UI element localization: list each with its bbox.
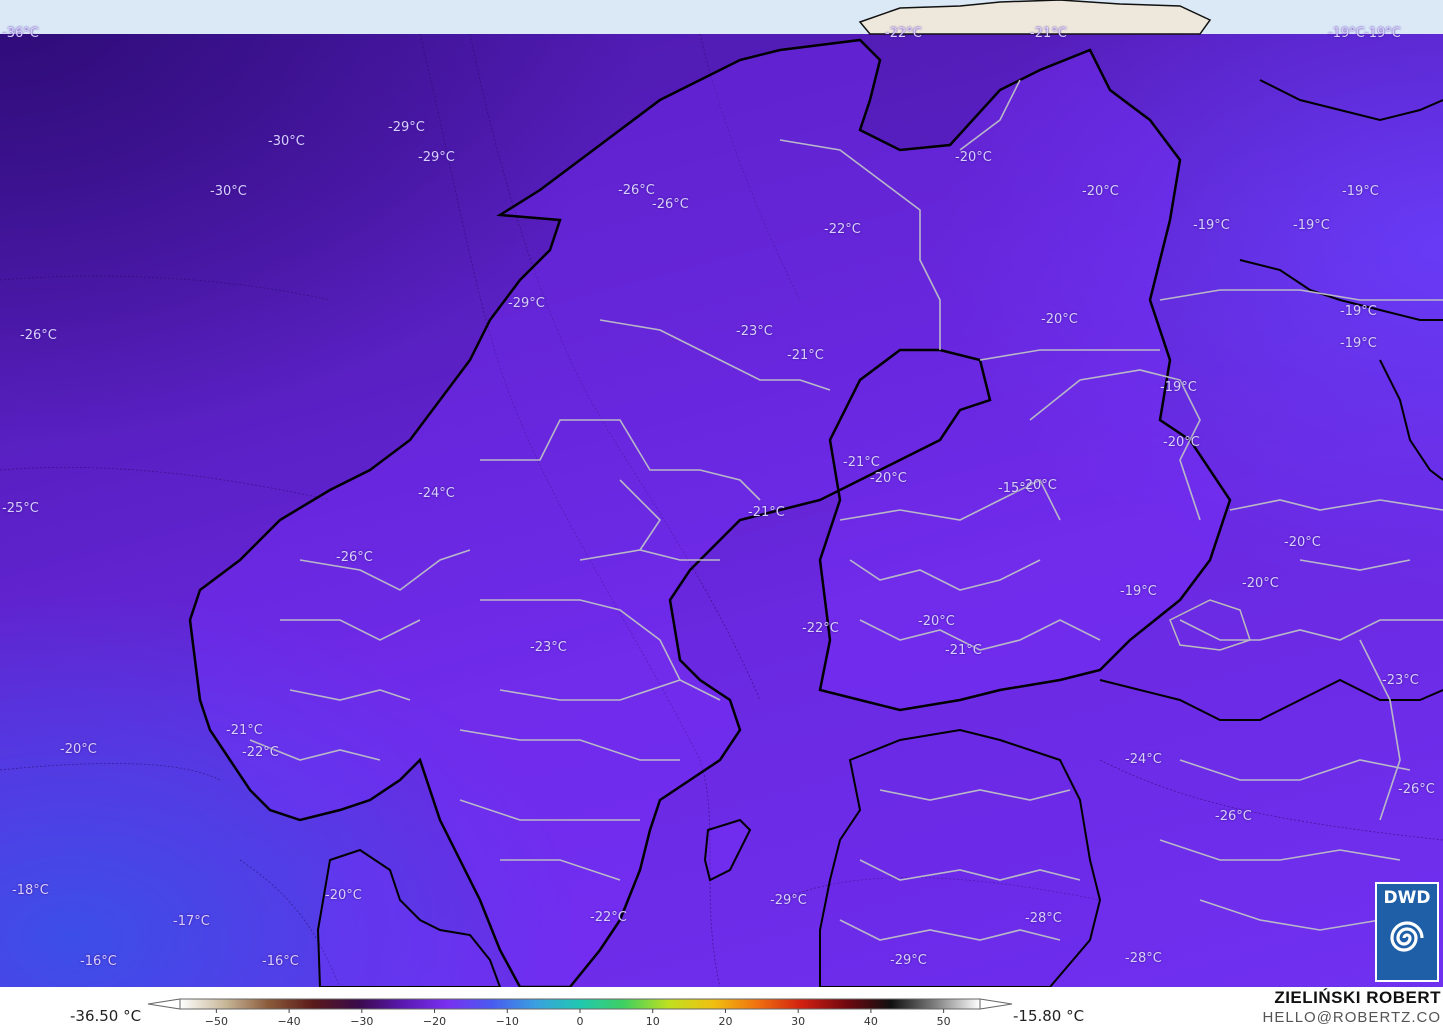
temperature-label: -28°C — [1025, 911, 1062, 926]
temperature-label: -29°C — [508, 296, 545, 311]
temperature-label: -19°C — [1340, 304, 1377, 319]
temperature-label: -19°C — [1340, 336, 1377, 351]
temperature-label: -19°C — [1328, 26, 1365, 41]
temperature-label: -16°C — [80, 954, 117, 969]
temperature-map: -36°C -22°C -21°C -19°C -19°C -30°C -29°… — [0, 0, 1443, 987]
legend-bar: -36.50 °C −50 −40 −30 −20 −10 0 10 20 30 40 50 -15… — [0, 987, 1443, 1035]
temperature-label: -22°C — [590, 910, 627, 925]
temperature-label: -19°C — [1364, 26, 1401, 41]
colorbar-max-arrow — [979, 998, 1013, 1010]
temperature-label: -36°C — [2, 26, 39, 41]
temperature-label: -19°C — [1293, 218, 1330, 233]
temperature-label: -26°C — [1215, 809, 1252, 824]
colorbar-tick-label: 30 — [791, 1015, 805, 1028]
temperature-label: -30°C — [268, 134, 305, 149]
temperature-label: -21°C — [843, 455, 880, 470]
temperature-label: -19°C — [1193, 218, 1230, 233]
temperature-label: -23°C — [736, 324, 773, 339]
temperature-label: -22°C — [242, 745, 279, 760]
legend-max-value: -15.80 °C — [1013, 1007, 1085, 1025]
author-name: ZIELIŃSKI ROBERT — [1274, 988, 1441, 1007]
dwd-logo: DWD — [1375, 882, 1439, 982]
colorbar-tick-label: 20 — [718, 1015, 732, 1028]
colorbar-tick-label: 10 — [646, 1015, 660, 1028]
temperature-label: -28°C — [1125, 951, 1162, 966]
temperature-label: -22°C — [885, 26, 922, 41]
colorbar: −50 −40 −30 −20 −10 0 10 20 30 40 50 — [147, 998, 1013, 1028]
temperature-label: -21°C — [1030, 26, 1067, 41]
colorbar-gradient — [179, 998, 981, 1010]
colorbar-tick-label: −50 — [205, 1015, 228, 1028]
temperature-label: -20°C — [1020, 478, 1057, 493]
temperature-label: -21°C — [787, 348, 824, 363]
temperature-label: -25°C — [2, 501, 39, 516]
temperature-label: -24°C — [1125, 752, 1162, 767]
temperature-label: -26°C — [652, 197, 689, 212]
temperature-label: -20°C — [1284, 535, 1321, 550]
temperature-label: -26°C — [336, 550, 373, 565]
colorbar-tick-label: −40 — [277, 1015, 300, 1028]
temperature-label: -20°C — [918, 614, 955, 629]
spiral-icon — [1390, 921, 1424, 952]
temperature-label: -19°C — [1160, 380, 1197, 395]
temperature-label: -18°C — [12, 883, 49, 898]
temperature-label: -20°C — [870, 471, 907, 486]
author-email: HELLO@ROBERTZ.CO — [1262, 1009, 1441, 1026]
temperature-label: -16°C — [262, 954, 299, 969]
temperature-label: -19°C — [1120, 584, 1157, 599]
temperature-label: -22°C — [802, 621, 839, 636]
colorbar-tick-label: −30 — [350, 1015, 373, 1028]
colorbar-tick-label: −20 — [423, 1015, 446, 1028]
colorbar-tick-label: 40 — [864, 1015, 878, 1028]
temperature-label: -20°C — [1242, 576, 1279, 591]
baltics-landmass — [819, 728, 1102, 987]
temperature-label: -21°C — [226, 723, 263, 738]
temperature-label: -20°C — [325, 888, 362, 903]
colorbar-tick-label: −10 — [496, 1015, 519, 1028]
temperature-label: -20°C — [1163, 435, 1200, 450]
temperature-label: -20°C — [955, 150, 992, 165]
temperature-label: -20°C — [1082, 184, 1119, 199]
temperature-label: -20°C — [60, 742, 97, 757]
temperature-label: -24°C — [418, 486, 455, 501]
legend-min-value: -36.50 °C — [70, 1007, 142, 1025]
temperature-label: -29°C — [388, 120, 425, 135]
dwd-logo-text: DWD — [1383, 888, 1431, 908]
temperature-label: -29°C — [418, 150, 455, 165]
colorbar-tick-label: 50 — [937, 1015, 951, 1028]
temperature-label: -17°C — [173, 914, 210, 929]
no-data-band — [0, 0, 1443, 34]
colorbar-tick-label: 0 — [577, 1015, 584, 1028]
author-block: ZIELIŃSKI ROBERT HELLO@ROBERTZ.CO — [1263, 988, 1441, 1026]
temperature-label: -23°C — [1382, 673, 1419, 688]
temperature-label: -29°C — [890, 953, 927, 968]
temperature-label: -21°C — [945, 643, 982, 658]
temperature-label: -19°C — [1342, 184, 1379, 199]
temperature-label: -20°C — [1041, 312, 1078, 327]
temperature-label: -23°C — [530, 640, 567, 655]
temperature-label: -22°C — [824, 222, 861, 237]
temperature-label: -30°C — [210, 184, 247, 199]
colorbar-min-arrow — [147, 998, 181, 1010]
temperature-label: -26°C — [618, 183, 655, 198]
temperature-label: -26°C — [20, 328, 57, 343]
temperature-label: -26°C — [1398, 782, 1435, 797]
map-layers — [0, 0, 1443, 987]
temperature-label: -21°C — [748, 505, 785, 520]
temperature-label: -29°C — [770, 893, 807, 908]
